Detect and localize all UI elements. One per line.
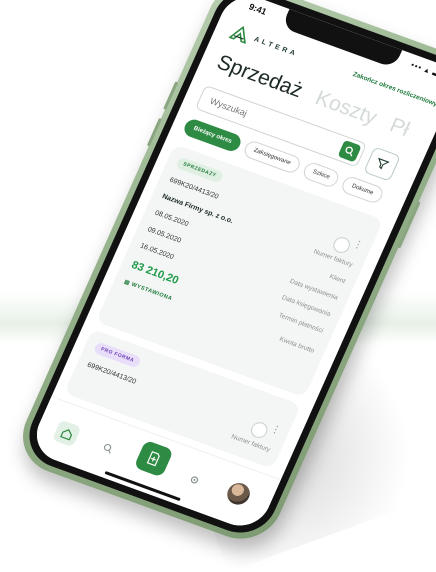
app-screen: 9:41 ••• ▴ ▬ ALTERA Zakończ okres rozlic… [27,0,436,534]
tab-costs[interactable]: Koszty [311,87,381,131]
filter-button[interactable] [363,146,401,182]
avatar[interactable] [223,479,254,508]
proforma-badge: PRO FORMA [92,341,143,369]
nav-home[interactable] [51,419,82,448]
chip-documents[interactable]: Dokume [339,174,386,206]
search-button[interactable] [337,139,362,163]
search-icon [103,443,112,454]
status-time: 9:41 [247,1,269,17]
add-document-icon [146,451,160,467]
phone-mockup: 9:41 ••• ▴ ▬ ALTERA Zakończ okres rozlic… [0,0,436,550]
filter-icon [378,157,390,170]
nav-search[interactable] [96,437,120,460]
altera-logo-icon [228,25,246,45]
tab-payments[interactable]: Pł [386,114,413,142]
search-icon [345,146,353,157]
add-document-button[interactable] [133,439,174,478]
sale-badge: SPRZEDAŻY [175,156,225,184]
gear-icon [190,476,199,484]
nav-settings[interactable] [182,469,206,492]
chip-drafts[interactable]: Szkice [300,160,342,190]
home-icon [59,428,72,440]
status-icons: ••• ▴ ▬ [409,60,436,80]
phone-device: 9:41 ••• ▴ ▬ ALTERA Zakończ okres rozlic… [10,0,436,550]
logo-text: ALTERA [252,35,299,58]
client-label: Klient [328,273,347,286]
